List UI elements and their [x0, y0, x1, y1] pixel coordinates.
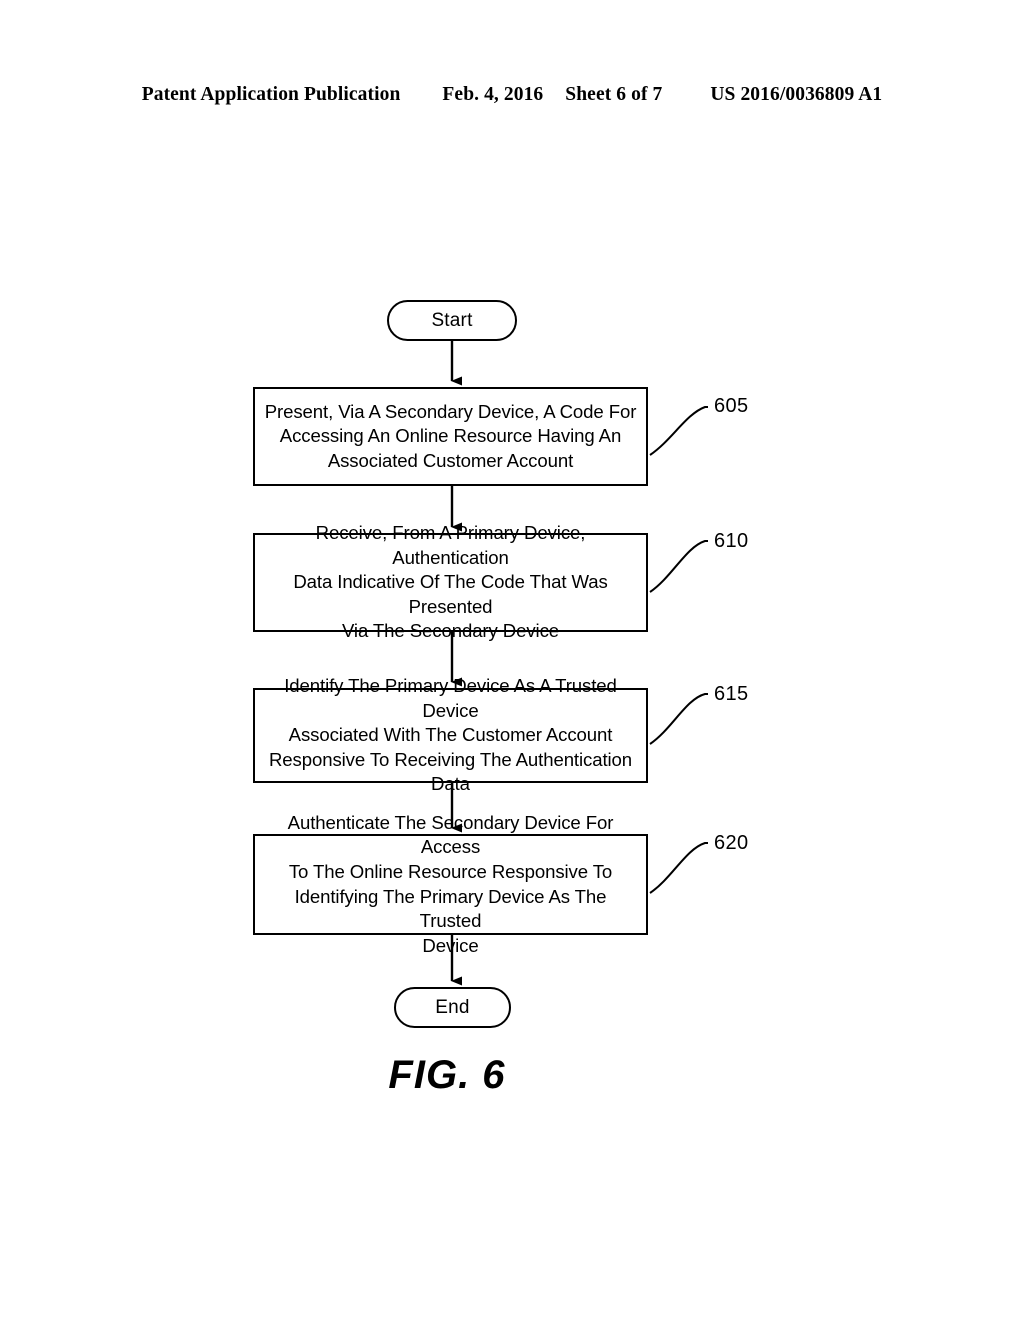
- leader-line-610: [649, 540, 708, 593]
- figure-caption-text: FIG. 6: [388, 1053, 506, 1097]
- reference-numeral-615: 615: [714, 683, 749, 705]
- reference-numeral-610: 610: [714, 530, 749, 552]
- flowchart-step-615: Identify The Primary Device As A Trusted…: [253, 675, 648, 794]
- flowchart-step-610: Receive, From A Primary Device, Authenti…: [253, 522, 648, 641]
- flow-connectors-layer: [450, 341, 708, 986]
- step-610-text: Receive, From A Primary Device, Authenti…: [293, 522, 608, 642]
- reference-numeral-620: 620: [714, 832, 749, 854]
- patent-figure: Start Present, Via A Secondary Device, A…: [0, 0, 1024, 1320]
- figure-caption: FIG. 6: [0, 1053, 1024, 1098]
- flowchart-step-620: Authenticate The Secondary Device For Ac…: [253, 812, 648, 956]
- flowchart-step-605: Present, Via A Secondary Device, A Code …: [253, 387, 648, 486]
- flowchart-start-terminal: Start: [387, 300, 517, 341]
- start-terminal-label: Start: [431, 310, 473, 331]
- flowchart-end-terminal: End: [394, 987, 511, 1028]
- step-620-text: Authenticate The Secondary Device For Ac…: [287, 811, 614, 956]
- leader-line-620: [649, 842, 708, 894]
- leader-line-605: [649, 406, 708, 456]
- step-605-text: Present, Via A Secondary Device, A Code …: [264, 400, 637, 471]
- leader-line-615: [649, 693, 708, 745]
- step-615-text: Identify The Primary Device As A Trusted…: [268, 675, 633, 795]
- reference-numeral-605: 605: [714, 395, 749, 417]
- end-terminal-label: End: [435, 997, 470, 1018]
